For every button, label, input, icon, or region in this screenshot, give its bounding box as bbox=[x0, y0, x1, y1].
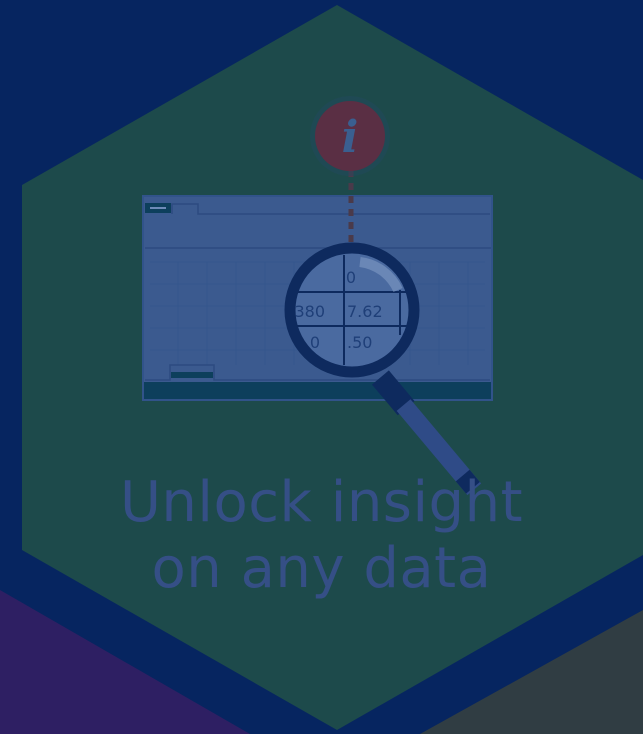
headline-line-2: on any data bbox=[151, 536, 492, 601]
headline-line-1: Unlock insight bbox=[119, 470, 524, 535]
info-glyph: i bbox=[342, 112, 359, 163]
info-icon: i bbox=[310, 96, 390, 176]
lens-cell-1: 0 bbox=[346, 268, 356, 287]
lens-cell-3: 7.62 bbox=[347, 302, 383, 321]
hero-graphic: i 0 380 7.62 0 .50 bbox=[0, 0, 643, 734]
lens-cell-5: .50 bbox=[347, 333, 372, 352]
lens-cell-2: 380 bbox=[294, 302, 325, 321]
hero-illustration: i 0 380 7.62 0 .50 Unlock insight on any… bbox=[0, 0, 643, 734]
spreadsheet-footer bbox=[144, 382, 491, 399]
lens-cell-4: 0 bbox=[310, 333, 320, 352]
